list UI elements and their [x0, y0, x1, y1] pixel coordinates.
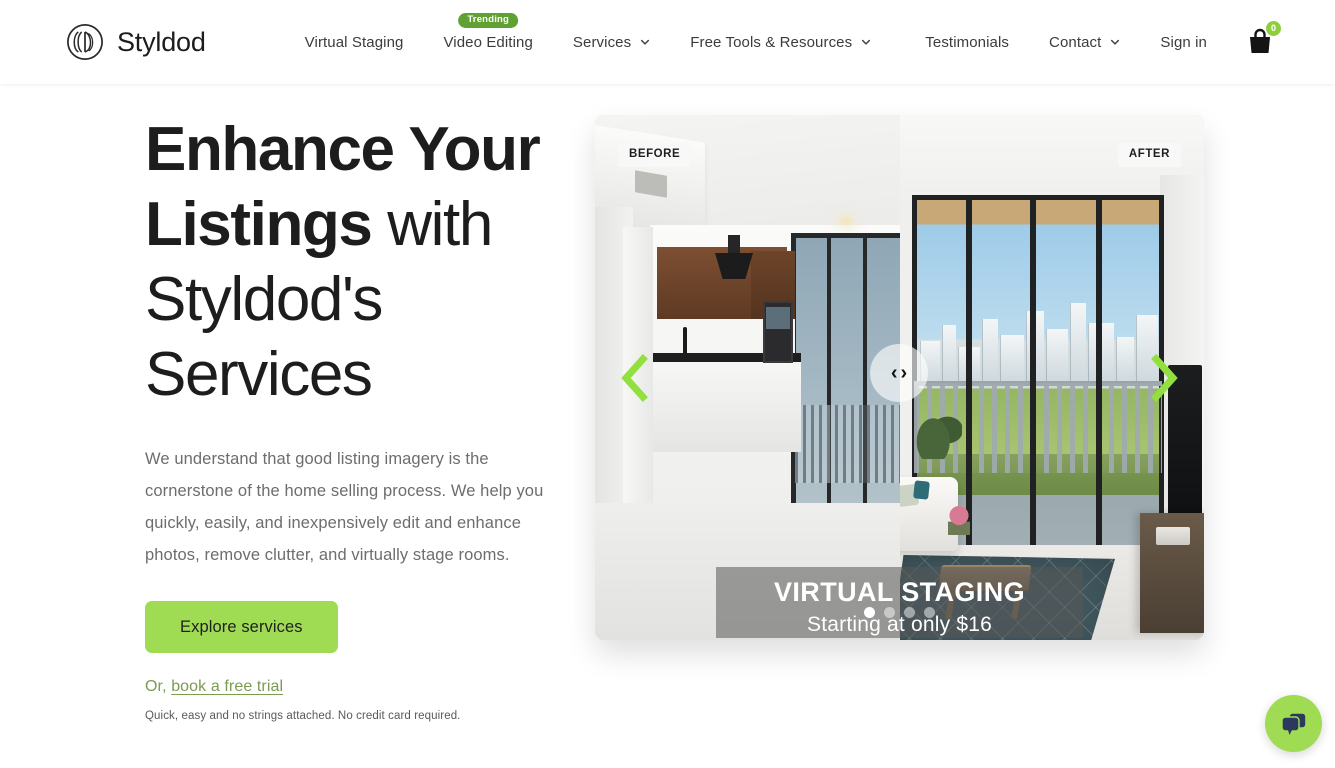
carousel-dots	[595, 607, 1204, 618]
hero-copy-block: Enhance Your Listings with Styldod's Ser…	[145, 112, 585, 722]
nav-item-label: Virtual Staging	[304, 33, 404, 51]
brand-logo-link[interactable]: Styldod	[66, 23, 206, 61]
chevron-down-icon	[862, 39, 871, 45]
chevron-right-icon	[1151, 353, 1178, 402]
nav-item-virtual-staging[interactable]: Virtual Staging	[305, 34, 404, 51]
nav-item-video-editing[interactable]: Trending Video Editing	[443, 12, 533, 51]
trial-prefix: Or,	[145, 678, 172, 695]
nav-item-testimonials[interactable]: Testimonials	[925, 34, 1009, 51]
header-right-actions: Testimonials Contact Sign in 0	[925, 21, 1281, 57]
slide-caption-title: VIRTUAL STAGING	[773, 577, 1025, 607]
cart-count-badge: 0	[1266, 21, 1281, 36]
chevron-down-icon	[1111, 39, 1120, 45]
city-skyline	[914, 293, 1162, 381]
carousel-dot-1[interactable]	[864, 607, 875, 618]
cart-button[interactable]: 0	[1247, 21, 1281, 57]
site-header: Styldod Virtual Staging Trending Video E…	[0, 0, 1335, 84]
explore-services-button[interactable]: Explore services	[145, 601, 338, 653]
nav-item-services[interactable]: Services	[573, 34, 650, 51]
nav-item-label: Testimonials	[925, 33, 1010, 51]
page-title: Enhance Your Listings with Styldod's Ser…	[145, 112, 585, 412]
main-navigation: Virtual Staging Trending Video Editing S…	[305, 0, 872, 84]
nav-item-sign-in[interactable]: Sign in	[1160, 34, 1207, 51]
carousel-prev-button[interactable]	[617, 353, 651, 403]
chevron-left-icon: ‹	[890, 362, 898, 384]
styldod-circle-logo-icon	[67, 24, 103, 60]
book-free-trial-link[interactable]: book a free trial	[171, 678, 283, 695]
carousel-dot-2[interactable]	[884, 607, 895, 618]
nav-item-label: Services	[572, 33, 632, 51]
before-after-split-handle[interactable]: ‹ ›	[870, 344, 928, 402]
chat-bubble-icon	[1280, 711, 1307, 735]
nav-item-label: Contact	[1049, 33, 1102, 51]
nav-item-label: Sign in	[1160, 33, 1207, 51]
carousel-next-button[interactable]	[1148, 353, 1182, 403]
nav-item-label: Video Editing	[443, 33, 533, 51]
carousel-dot-4[interactable]	[924, 607, 935, 618]
label-after: AFTER	[1117, 143, 1181, 167]
hero-section: Enhance Your Listings with Styldod's Ser…	[0, 84, 1335, 768]
nav-item-label: Free Tools & Resources	[690, 33, 853, 51]
chevron-down-icon	[641, 39, 650, 45]
slide-caption: VIRTUAL STAGING Starting at only $16	[716, 567, 1083, 638]
nav-item-contact[interactable]: Contact	[1049, 34, 1120, 51]
trial-fineprint: Quick, easy and no strings attached. No …	[145, 710, 461, 722]
hero-subtitle: We understand that good listing imagery …	[145, 450, 544, 564]
before-after-carousel[interactable]: BEFORE AFTER ‹ › VIRTUAL STAGING Startin…	[595, 115, 1204, 640]
nav-item-free-tools-resources[interactable]: Free Tools & Resources	[690, 34, 871, 51]
chevron-left-icon	[621, 353, 648, 402]
carousel-dot-3[interactable]	[904, 607, 915, 618]
brand-name: Styldod	[117, 26, 206, 57]
free-trial-line: Or, book a free trial	[145, 678, 585, 696]
label-before: BEFORE	[618, 143, 692, 167]
trending-badge: Trending	[458, 12, 519, 28]
chevron-right-icon: ›	[900, 362, 908, 384]
chat-widget-button[interactable]	[1265, 695, 1322, 752]
